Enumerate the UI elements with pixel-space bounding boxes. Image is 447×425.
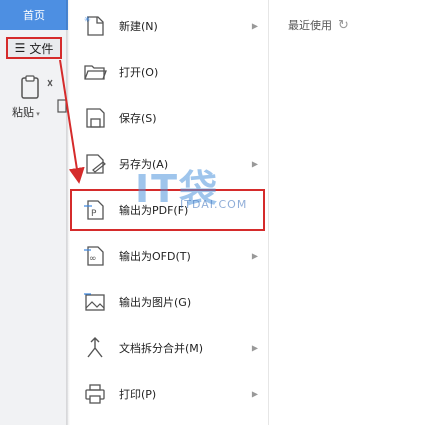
menu-item-split-merge[interactable]: 文档拆分合并(M) ▶ <box>70 328 268 368</box>
submenu-arrow-icon: ▶ <box>251 159 258 169</box>
menu-item-label: 保存(S) <box>119 112 157 125</box>
menu-item-export-ofd[interactable]: ∞ 输出为OFD(T) ▶ <box>70 236 268 276</box>
file-button-label: 文件 <box>29 41 54 56</box>
menu-item-label: 输出为图片(G) <box>119 296 192 309</box>
split-merge-icon <box>87 337 103 358</box>
export-image-icon <box>84 293 105 311</box>
tab-home[interactable]: 首页 <box>0 0 68 30</box>
tab-home-label: 首页 <box>23 9 45 22</box>
folder-open-icon <box>84 65 107 80</box>
menu-item-label: 打开(O) <box>119 66 159 79</box>
left-ribbon: 首页 ☰ 文件 粘贴 ▾ <box>0 0 68 425</box>
refresh-icon[interactable]: ↻ <box>338 18 349 33</box>
menu-item-label: 新建(N) <box>119 20 158 33</box>
recent-header: 最近使用 ↻ <box>288 17 349 33</box>
menu-item-label: 打印(P) <box>119 388 157 401</box>
save-as-icon <box>86 154 106 174</box>
file-menu-button[interactable]: ☰ 文件 <box>6 37 62 59</box>
menu-item-new[interactable]: ✳ 新建(N) ▶ <box>70 6 268 46</box>
menu-item-open[interactable]: 打开(O) <box>70 52 268 92</box>
save-icon <box>86 108 105 128</box>
svg-text:∞: ∞ <box>89 254 97 264</box>
paste-label[interactable]: 粘贴 ▾ <box>12 104 40 120</box>
export-ofd-icon: ∞ <box>84 246 104 266</box>
submenu-arrow-icon: ▶ <box>251 343 258 353</box>
menu-item-label: 输出为OFD(T) <box>119 250 191 263</box>
recent-label: 最近使用 <box>288 19 332 32</box>
submenu-arrow-icon: ▶ <box>251 389 258 399</box>
menu-item-print[interactable]: 打印(P) ▶ <box>70 374 268 414</box>
watermark-url: ITDAI.COM <box>180 198 248 211</box>
printer-icon <box>85 384 105 404</box>
menu-item-save[interactable]: 保存(S) <box>70 98 268 138</box>
submenu-arrow-icon: ▶ <box>251 251 258 261</box>
svg-text:✳: ✳ <box>84 15 91 24</box>
new-document-icon: ✳ <box>84 15 104 36</box>
submenu-arrow-icon: ▶ <box>251 21 258 31</box>
menu-item-label: 文档拆分合并(M) <box>119 342 204 355</box>
hamburger-icon: ☰ <box>14 41 26 55</box>
menu-item-export-image[interactable]: 输出为图片(G) <box>70 282 268 322</box>
